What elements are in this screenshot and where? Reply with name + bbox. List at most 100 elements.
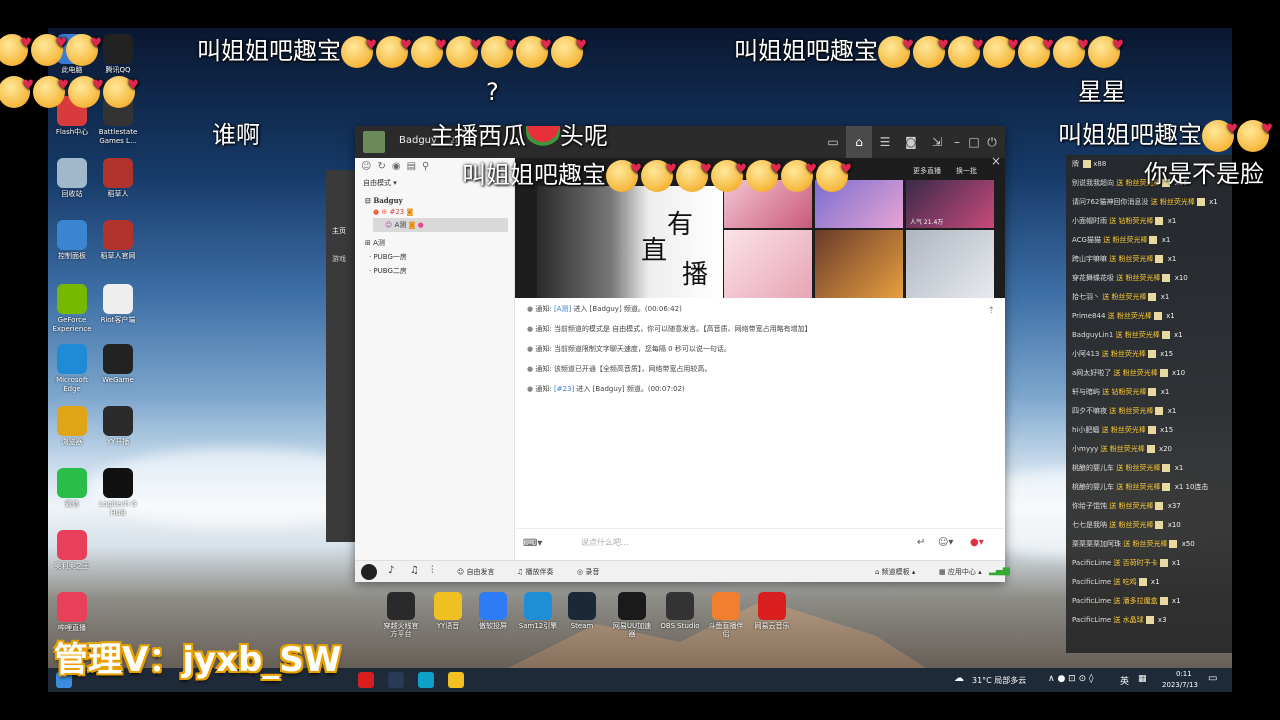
notification-icon[interactable]: ▭ xyxy=(1208,673,1217,684)
live-thumb-5[interactable] xyxy=(815,230,903,298)
desktop-icon[interactable]: 稻草人 xyxy=(94,158,142,199)
live-thumb-4[interactable] xyxy=(724,230,812,298)
gift-user[interactable]: Prime844 xyxy=(1072,312,1105,320)
emoji-icon[interactable]: ☺▾ xyxy=(938,537,953,548)
equalizer-icon[interactable]: ⫶ xyxy=(431,565,434,576)
uu-icon[interactable] xyxy=(418,672,434,688)
gift-user[interactable]: 桃酿的婴儿车 xyxy=(1072,483,1114,491)
tree-root[interactable]: ⊟ Badguy xyxy=(355,190,514,205)
swap-link[interactable]: 换一批 xyxy=(956,166,977,176)
desktop-icon[interactable]: 浏览器 xyxy=(48,406,96,447)
gift-user[interactable]: hi小肥蝠 xyxy=(1072,426,1099,434)
gift-user[interactable]: 桃酿的婴儿车 xyxy=(1072,464,1114,472)
dock-icon[interactable]: 网易云音乐 xyxy=(752,592,792,630)
clock-date[interactable]: 2023/7/13 xyxy=(1162,681,1198,689)
gift-user[interactable]: 四夕不嘛夜 xyxy=(1072,407,1107,415)
gift-user[interactable]: 牌 xyxy=(1072,160,1079,168)
dock-icon[interactable]: Sam12引擎 xyxy=(518,592,558,630)
desktop-icon[interactable]: 微信 xyxy=(48,468,96,509)
desktop-icon[interactable]: GeForce Experience xyxy=(48,284,96,334)
dock-icon[interactable]: 斗鱼直播伴侣 xyxy=(706,592,746,638)
live-thumb-6[interactable] xyxy=(906,230,994,298)
speaker-icon[interactable]: ♪ xyxy=(388,565,394,576)
dock-icon[interactable]: 穿越火线官方平台 xyxy=(381,592,421,638)
gift-user[interactable]: 跨山宇嘛嘛 xyxy=(1072,255,1107,263)
desktop-icon[interactable]: Microsoft Edge xyxy=(48,344,96,394)
home-icon[interactable]: ⌂ xyxy=(846,126,872,158)
clock-time[interactable]: 0:11 xyxy=(1176,670,1192,678)
tab-games[interactable]: 游戏 xyxy=(326,236,356,264)
weather-text[interactable]: 31°C 局部多云 xyxy=(972,675,1026,686)
note-icon[interactable]: ▤ xyxy=(407,161,422,172)
chat-user[interactable]: [A测] xyxy=(554,305,571,313)
desktop-icon[interactable]: Riot客户端 xyxy=(94,284,142,325)
dock-icon[interactable]: 网易UU加速器 xyxy=(612,592,652,638)
more-live-link[interactable]: 更多直播 xyxy=(913,166,941,176)
gift-user[interactable]: PacificLime xyxy=(1072,559,1111,567)
desktop-icon[interactable]: 控制面板 xyxy=(48,220,96,261)
screen-icon[interactable]: ▭ xyxy=(820,126,846,158)
desktop-icon[interactable]: WeGame xyxy=(94,344,142,385)
desktop-icon[interactable]: 哔哩直播 xyxy=(48,592,96,633)
gift-user[interactable]: PacificLime xyxy=(1072,597,1111,605)
gift-user[interactable]: 小myyy xyxy=(1072,445,1098,453)
dock-icon[interactable]: 傲软投屏 xyxy=(473,592,513,630)
desktop-icon[interactable]: YY开播 xyxy=(94,406,142,447)
gift-user[interactable]: PacificLime xyxy=(1072,616,1111,624)
gift-user[interactable]: 拾七羽丶 xyxy=(1072,293,1100,301)
gift-user[interactable]: 小面帽时雨 xyxy=(1072,217,1107,225)
yy-icon[interactable] xyxy=(448,672,464,688)
close-icon[interactable]: × xyxy=(991,154,1001,168)
desktop-icon[interactable]: Logitech G HUB xyxy=(94,468,142,518)
netease-music-icon[interactable] xyxy=(358,672,374,688)
scroll-top-icon[interactable]: ⇡ xyxy=(987,306,995,316)
user-icon[interactable]: ☺ xyxy=(361,161,377,172)
app-center-button[interactable]: ▦ 应用中心 ▴ xyxy=(939,567,982,577)
chat-input[interactable]: 说点什么吧... xyxy=(581,537,629,548)
gift-user[interactable]: 轩与暗屿 xyxy=(1072,388,1100,396)
search-icon[interactable]: ⚲ xyxy=(422,161,435,172)
gift-user[interactable]: PacificLime xyxy=(1072,578,1111,586)
tray-icons[interactable]: ∧ ● ⊡ ⊙ ◊ xyxy=(1048,674,1093,684)
tree-user-23[interactable]: ● ⊕ #23 ◙ xyxy=(355,205,514,216)
live-thumb-3[interactable]: 人气 21.4万 xyxy=(906,180,994,228)
gamepad-icon[interactable]: ◙ xyxy=(898,126,924,158)
gift-user[interactable]: 请问762猫神回你消息没 xyxy=(1072,198,1148,206)
streamer-poster[interactable]: 有 直 播 xyxy=(537,186,723,298)
template-button[interactable]: ⌂ 频道模板 ▴ xyxy=(875,567,915,577)
dock-icon[interactable]: OBS Studio xyxy=(660,592,700,630)
refresh-icon[interactable]: ↻ xyxy=(377,161,391,172)
desktop-icon[interactable]: 稻草人官网 xyxy=(94,220,142,261)
desktop-icon[interactable]: 奥利奥之王 xyxy=(48,530,96,571)
gamepad-icon[interactable]: ⌨▾ xyxy=(523,538,542,549)
tree-channel-a[interactable]: ⊞ A测 xyxy=(355,232,514,248)
avatar[interactable] xyxy=(363,131,385,153)
gift-user[interactable]: a网太好啦了 xyxy=(1072,369,1111,377)
dock-icon[interactable]: YY语音 xyxy=(428,592,468,630)
gift-user[interactable]: ACG猫猫 xyxy=(1072,236,1101,244)
list-icon[interactable]: ☰ xyxy=(872,126,898,158)
tree-user-selected[interactable]: ☺ A测 ◙ ● xyxy=(373,218,508,232)
send-icon[interactable]: ↵ xyxy=(917,537,925,548)
gift-user[interactable]: 你给子馄饨 xyxy=(1072,502,1107,510)
tree-channel-pubg2[interactable]: · PUBG二房 xyxy=(355,262,514,276)
steam-icon[interactable] xyxy=(388,672,404,688)
free-speak-button[interactable]: ☺ 自由发言 xyxy=(457,567,495,577)
mic-icon[interactable]: ♫ xyxy=(410,565,419,576)
gift-user[interactable]: 栗栗栗栗加阿珠 xyxy=(1072,540,1121,548)
ime-indicator[interactable]: 英 xyxy=(1120,674,1129,687)
location-icon[interactable]: ◉ xyxy=(392,161,407,172)
mic-icon[interactable]: ●▾ xyxy=(970,537,984,548)
tab-home[interactable]: 主页 xyxy=(326,170,356,236)
gift-user[interactable]: 别说我我超向 xyxy=(1072,179,1114,187)
gift-user[interactable]: BadguyLin1 xyxy=(1072,331,1113,339)
dock-icon[interactable]: Steam xyxy=(562,592,602,630)
gift-user[interactable]: 七七是我呐 xyxy=(1072,521,1107,529)
record-button[interactable]: ◎ 录音 xyxy=(577,567,599,577)
desktop-icon[interactable]: 回收站 xyxy=(48,158,96,199)
accompany-button[interactable]: ♫ 播放伴奏 xyxy=(517,567,554,577)
gift-user[interactable]: 小阿413 xyxy=(1072,350,1099,358)
gift-user[interactable]: 穿花舞蝶花吸 xyxy=(1072,274,1114,282)
keyboard-icon[interactable]: ▦ xyxy=(1138,674,1147,684)
tree-channel-pubg1[interactable]: · PUBG一房 xyxy=(355,248,514,262)
